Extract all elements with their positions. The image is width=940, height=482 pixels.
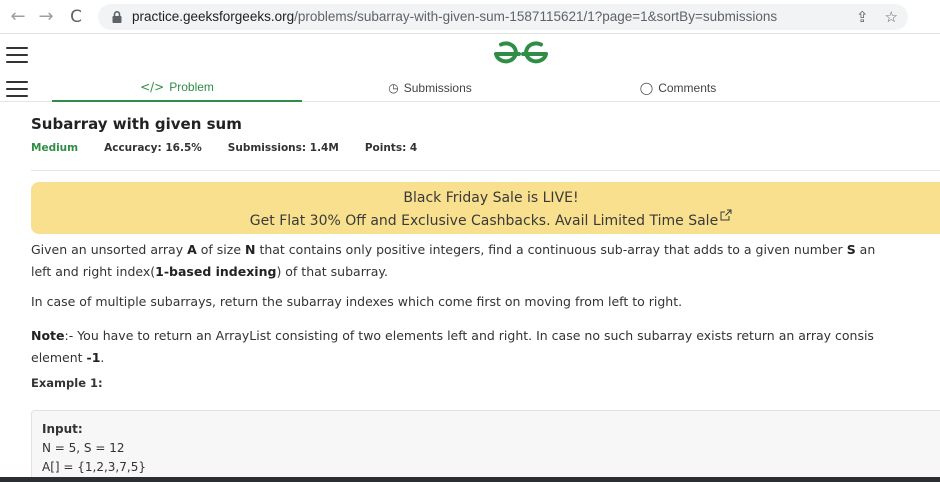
bold-term: S xyxy=(846,242,856,257)
text-run: of size xyxy=(196,242,245,257)
sidebar-menu-icon[interactable] xyxy=(6,81,28,97)
text-run: . xyxy=(100,350,105,365)
bookmark-star-icon[interactable]: ☆ xyxy=(885,8,898,26)
problem-title: Subarray with given sum xyxy=(31,115,242,133)
problem-tabbar: </> Problem ◷ Submissions ◯ Comments xyxy=(0,74,940,102)
text-run: :- You have to return an ArrayList consi… xyxy=(64,328,874,343)
accuracy-stat: Accuracy: 16.5% xyxy=(104,142,202,154)
tab-label: Problem xyxy=(169,80,214,94)
comment-icon: ◯ xyxy=(639,81,654,95)
text-run: that contains only positive integers, fi… xyxy=(255,242,847,257)
share-icon[interactable]: ⇪ xyxy=(856,8,869,26)
lock-icon xyxy=(112,10,122,23)
difficulty-badge: Medium xyxy=(31,142,79,154)
bottom-bar xyxy=(0,477,940,482)
clock-icon: ◷ xyxy=(388,81,399,95)
problem-meta: Medium Accuracy: 16.5% Submissions: 1.4M… xyxy=(31,142,443,154)
example-box: Input: N = 5, S = 12 A[] = {1,2,3,7,5} xyxy=(31,410,940,480)
divider xyxy=(31,170,940,171)
browser-toolbar: ← → C practice.geeksforgeeks.org/problem… xyxy=(0,0,940,34)
external-link-icon xyxy=(720,209,732,221)
geeksforgeeks-logo[interactable] xyxy=(488,38,554,68)
note-paragraph: Note:- You have to return an ArrayList c… xyxy=(31,326,874,368)
menu-icon[interactable] xyxy=(6,47,28,63)
bold-term: 1-based indexing xyxy=(155,264,277,279)
text-run: an xyxy=(855,242,876,257)
text-run: element xyxy=(31,350,87,365)
description-paragraph-2: In case of multiple subarrays, return th… xyxy=(31,294,683,309)
example-input-label: Input: xyxy=(42,422,83,436)
example-line-array: A[] = {1,2,3,7,5} xyxy=(42,460,146,474)
url-text: practice.geeksforgeeks.org/problems/suba… xyxy=(132,9,777,24)
url-path: /problems/subarray-with-given-sum-158711… xyxy=(294,9,778,24)
description-paragraph-1: Given an unsorted array A of size N that… xyxy=(31,240,875,282)
tab-comments[interactable]: ◯ Comments xyxy=(578,74,778,102)
example-heading: Example 1: xyxy=(31,376,103,390)
bold-term: N xyxy=(245,242,256,257)
site-header xyxy=(0,34,940,74)
points-stat: Points: 4 xyxy=(364,142,418,154)
tab-label: Comments xyxy=(658,81,717,95)
bold-term: A xyxy=(187,242,197,257)
url-host: practice.geeksforgeeks.org xyxy=(132,9,295,24)
back-arrow-icon[interactable]: ← xyxy=(6,5,30,29)
banner-line-2: Get Flat 30% Off and Exclusive Cashbacks… xyxy=(31,209,940,229)
code-icon: </> xyxy=(140,80,165,94)
note-label: Note xyxy=(31,328,65,343)
bold-term: -1 xyxy=(86,350,101,365)
tab-label: Submissions xyxy=(403,81,472,95)
banner-line-2-text: Get Flat 30% Off and Exclusive Cashbacks… xyxy=(249,213,719,229)
reload-icon[interactable]: C xyxy=(64,5,88,29)
banner-line-1: Black Friday Sale is LIVE! xyxy=(403,190,579,206)
sale-banner[interactable]: Black Friday Sale is LIVE! Get Flat 30% … xyxy=(31,182,940,234)
tab-submissions[interactable]: ◷ Submissions xyxy=(330,74,530,102)
text-run: ) of that subarray. xyxy=(276,264,389,279)
tab-problem[interactable]: </> Problem xyxy=(52,74,302,102)
text-run: Given an unsorted array xyxy=(31,242,188,257)
text-run: left and right index( xyxy=(31,264,156,279)
submissions-stat: Submissions: 1.4M xyxy=(227,142,339,154)
address-bar[interactable]: practice.geeksforgeeks.org/problems/suba… xyxy=(98,3,908,30)
example-line-ns: N = 5, S = 12 xyxy=(42,441,125,455)
forward-arrow-icon[interactable]: → xyxy=(34,5,58,29)
